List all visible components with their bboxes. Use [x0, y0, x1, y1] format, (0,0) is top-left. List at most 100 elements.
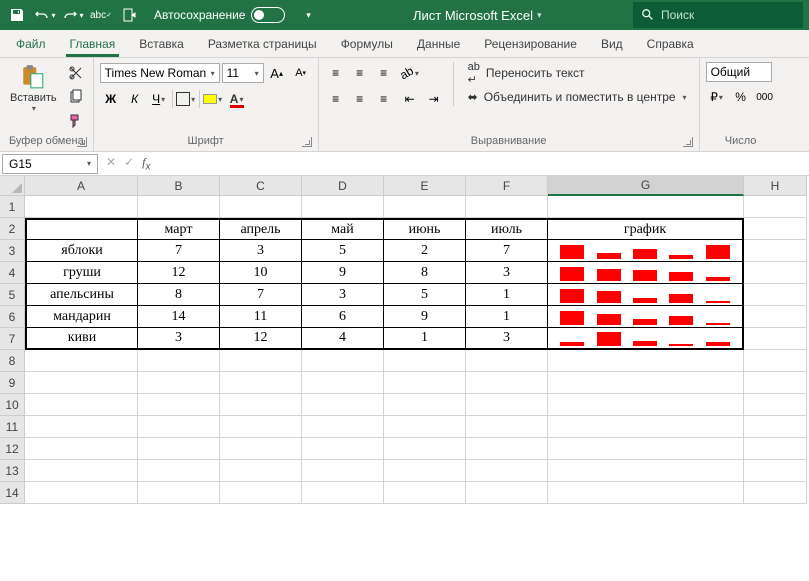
cell[interactable]: [384, 482, 466, 504]
col-header[interactable]: C: [220, 176, 302, 196]
tab-help[interactable]: Справка: [635, 30, 706, 57]
italic-button[interactable]: К: [124, 88, 146, 110]
cell[interactable]: [384, 438, 466, 460]
cell[interactable]: [548, 240, 744, 262]
search-box[interactable]: Поиск: [633, 2, 803, 28]
cell[interactable]: [548, 394, 744, 416]
cell[interactable]: 3: [466, 262, 548, 284]
cell[interactable]: апрель: [220, 218, 302, 240]
toggle-switch-icon[interactable]: [251, 7, 285, 23]
cell[interactable]: 1: [466, 306, 548, 328]
row-header[interactable]: 10: [0, 394, 25, 416]
cell[interactable]: груши: [25, 262, 138, 284]
font-name-select[interactable]: Times New Roman▾: [100, 63, 220, 83]
cell[interactable]: [138, 438, 220, 460]
cell[interactable]: [302, 416, 384, 438]
cell[interactable]: [138, 196, 220, 218]
cell[interactable]: [220, 482, 302, 504]
cell[interactable]: 1: [384, 328, 466, 350]
align-center-icon[interactable]: ≡: [349, 88, 371, 110]
cell[interactable]: [138, 460, 220, 482]
paste-button[interactable]: Вставить ▾: [6, 62, 61, 115]
percent-icon[interactable]: %: [730, 86, 752, 108]
cell[interactable]: 7: [220, 284, 302, 306]
cell[interactable]: [548, 262, 744, 284]
row-header[interactable]: 14: [0, 482, 25, 504]
cancel-icon[interactable]: ✕: [106, 155, 116, 172]
cell[interactable]: 3: [466, 328, 548, 350]
cell[interactable]: [384, 372, 466, 394]
row-header[interactable]: 9: [0, 372, 25, 394]
cell[interactable]: [220, 438, 302, 460]
cell[interactable]: [302, 394, 384, 416]
merge-center-button[interactable]: ⬌Объединить и поместить в центре▾: [462, 86, 693, 108]
tab-view[interactable]: Вид: [589, 30, 635, 57]
fx-icon[interactable]: fx: [142, 155, 150, 172]
select-all-corner[interactable]: [0, 176, 25, 196]
cell[interactable]: [302, 438, 384, 460]
cell[interactable]: [220, 460, 302, 482]
cell[interactable]: мандарин: [25, 306, 138, 328]
row-header[interactable]: 11: [0, 416, 25, 438]
dialog-launcher-icon[interactable]: [77, 137, 87, 147]
cell[interactable]: [548, 438, 744, 460]
dialog-launcher-icon[interactable]: [302, 137, 312, 147]
cell[interactable]: [384, 350, 466, 372]
cell[interactable]: [25, 372, 138, 394]
font-size-select[interactable]: 11▾: [222, 63, 264, 83]
cell[interactable]: 4: [302, 328, 384, 350]
row-header[interactable]: 12: [0, 438, 25, 460]
align-left-icon[interactable]: ≡: [325, 88, 347, 110]
chevron-down-icon[interactable]: ▾: [537, 10, 542, 21]
cell[interactable]: [744, 284, 807, 306]
tab-formulas[interactable]: Формулы: [329, 30, 405, 57]
tab-home[interactable]: Главная: [58, 30, 128, 57]
cell[interactable]: апельсины: [25, 284, 138, 306]
tab-insert[interactable]: Вставка: [127, 30, 196, 57]
fill-color-button[interactable]: ▾: [202, 88, 224, 110]
align-top-icon[interactable]: ≡: [325, 62, 347, 84]
cell[interactable]: [548, 350, 744, 372]
cell[interactable]: [25, 394, 138, 416]
autosave-toggle[interactable]: Автосохранение: [154, 7, 285, 23]
decrease-indent-icon[interactable]: ⇤: [399, 88, 421, 110]
cell[interactable]: [138, 350, 220, 372]
font-color-button[interactable]: A▾: [226, 88, 248, 110]
col-header[interactable]: G: [548, 176, 744, 196]
cell[interactable]: [744, 350, 807, 372]
cell[interactable]: 10: [220, 262, 302, 284]
cell[interactable]: 7: [466, 240, 548, 262]
cell[interactable]: [138, 482, 220, 504]
cell[interactable]: [138, 372, 220, 394]
cell[interactable]: [466, 438, 548, 460]
tab-review[interactable]: Рецензирование: [472, 30, 589, 57]
cell[interactable]: [548, 284, 744, 306]
cell[interactable]: 7: [138, 240, 220, 262]
cell[interactable]: 14: [138, 306, 220, 328]
cell[interactable]: [548, 328, 744, 350]
row-header[interactable]: 6: [0, 306, 25, 328]
cell[interactable]: 1: [466, 284, 548, 306]
save-icon[interactable]: [4, 2, 30, 28]
format-painter-icon[interactable]: [65, 110, 87, 132]
cell[interactable]: [220, 350, 302, 372]
cell[interactable]: [744, 262, 807, 284]
col-header[interactable]: F: [466, 176, 548, 196]
borders-button[interactable]: ▾: [175, 88, 197, 110]
cell[interactable]: [302, 196, 384, 218]
cell[interactable]: [466, 394, 548, 416]
bold-button[interactable]: Ж: [100, 88, 122, 110]
orientation-icon[interactable]: ab▾: [399, 62, 421, 84]
cell[interactable]: [466, 416, 548, 438]
cell[interactable]: [744, 196, 807, 218]
grid[interactable]: мартапрельмайиюньиюльграфикяблоки73527гр…: [25, 196, 807, 504]
cell[interactable]: [744, 372, 807, 394]
tab-file[interactable]: Файл: [4, 30, 58, 57]
formula-input[interactable]: [156, 154, 809, 174]
spellcheck-icon[interactable]: abc✓: [88, 2, 114, 28]
cell[interactable]: [548, 460, 744, 482]
cell[interactable]: [384, 196, 466, 218]
cell[interactable]: [744, 482, 807, 504]
cell[interactable]: [744, 438, 807, 460]
cell[interactable]: [25, 460, 138, 482]
